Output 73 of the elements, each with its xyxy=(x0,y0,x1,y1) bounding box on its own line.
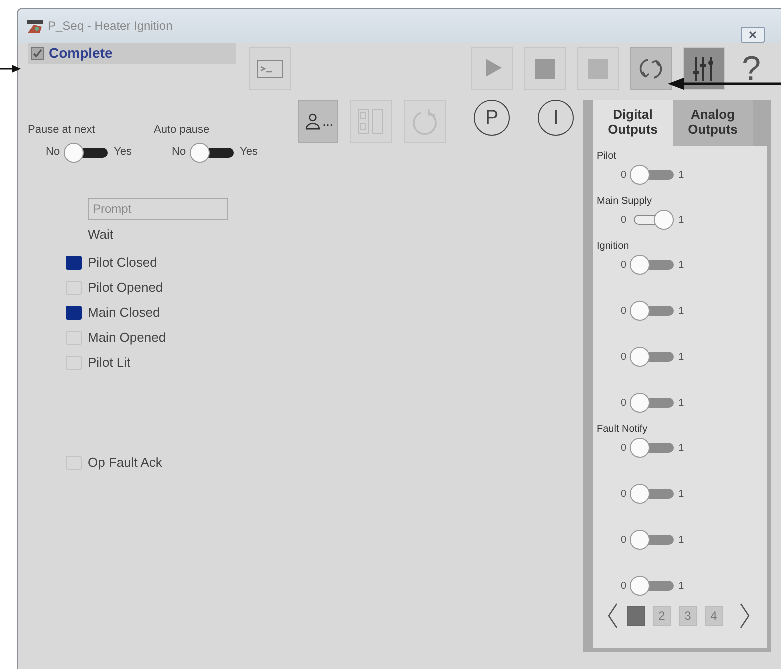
toggle-switch[interactable] xyxy=(630,255,676,275)
chevron-right-icon xyxy=(739,603,751,629)
toggle-switch[interactable] xyxy=(630,347,676,367)
terminal-button[interactable] xyxy=(249,47,291,90)
off-label: 0 xyxy=(621,258,627,272)
off-label: 0 xyxy=(621,214,627,228)
help-button[interactable]: ? xyxy=(736,47,767,90)
output-label: Pilot xyxy=(597,150,618,164)
prompt-field[interactable]: Prompt xyxy=(88,198,228,220)
on-label: 1 xyxy=(678,442,684,456)
off-label: 0 xyxy=(621,580,627,594)
circular-arrow-icon xyxy=(411,108,439,136)
indicator-label: Pilot Lit xyxy=(88,354,131,372)
indicator-label: Pilot Closed xyxy=(88,254,158,272)
off-label: 0 xyxy=(621,304,627,318)
off-label: 0 xyxy=(621,442,627,456)
status-label: Complete xyxy=(49,44,113,63)
refresh-button[interactable] xyxy=(630,47,672,90)
toggle-switch[interactable] xyxy=(630,393,676,413)
terminal-icon xyxy=(257,60,283,78)
on-label: Yes xyxy=(240,145,258,160)
output-label: Main Supply xyxy=(597,195,654,209)
on-label: 1 xyxy=(678,534,684,548)
on-label: 1 xyxy=(678,258,684,272)
toggle-switch[interactable] xyxy=(630,438,676,458)
previous-button[interactable] xyxy=(607,603,619,629)
on-label: 1 xyxy=(678,580,684,594)
off-label: 0 xyxy=(621,168,627,182)
indicator-label: Op Fault Ack xyxy=(88,454,162,472)
off-label: 0 xyxy=(621,396,627,410)
panels-icon xyxy=(357,108,385,136)
on-label: 1 xyxy=(678,214,684,228)
close-button[interactable] xyxy=(741,27,765,43)
indicator-label: Main Opened xyxy=(88,328,166,347)
stop-button[interactable] xyxy=(524,47,566,90)
off-label: 0 xyxy=(621,534,627,548)
toggle-label: Auto pause xyxy=(154,123,211,138)
off-label: No xyxy=(172,145,186,160)
annotation-arrow xyxy=(0,64,22,74)
letter-button[interactable]: P xyxy=(474,100,510,136)
tab[interactable]: Digital Outputs xyxy=(593,100,673,146)
toggle-switch[interactable] xyxy=(630,484,676,504)
on-label: Yes xyxy=(114,145,132,160)
tab[interactable]: Analog Outputs xyxy=(673,100,753,146)
wait-label: Wait xyxy=(88,226,115,244)
off-label: 0 xyxy=(621,488,627,502)
toggle-switch[interactable] xyxy=(630,165,676,185)
next-button[interactable] xyxy=(739,603,751,629)
on-label: 1 xyxy=(678,304,684,318)
toggle-label: Pause at next xyxy=(28,123,96,138)
on-label: 1 xyxy=(678,350,684,364)
toggle-switch[interactable] xyxy=(630,530,676,550)
close-icon xyxy=(748,31,758,39)
toggle-switch[interactable] xyxy=(630,576,676,596)
sliders-button[interactable] xyxy=(683,47,726,90)
chevron-left-icon xyxy=(607,603,619,629)
off-label: No xyxy=(46,145,60,160)
on-label: 1 xyxy=(678,488,684,502)
indicator-label: Main Closed xyxy=(88,304,160,322)
letter-button[interactable]: I xyxy=(538,100,574,136)
play-button[interactable] xyxy=(471,47,514,90)
toggle-switch[interactable] xyxy=(190,142,236,162)
toggle-switch[interactable] xyxy=(64,142,110,162)
window-title: P_Seq - Heater Ignition xyxy=(48,18,173,35)
output-label: Fault Notify xyxy=(597,423,649,437)
app-icon xyxy=(26,18,44,34)
on-label: 1 xyxy=(678,396,684,410)
on-label: 1 xyxy=(678,168,684,182)
indicator-label: Pilot Opened xyxy=(88,278,164,297)
output-label: Ignition xyxy=(597,240,630,254)
person-button[interactable]: ... xyxy=(298,100,338,143)
toggle-switch[interactable] xyxy=(630,301,676,321)
off-label: 0 xyxy=(621,350,627,364)
